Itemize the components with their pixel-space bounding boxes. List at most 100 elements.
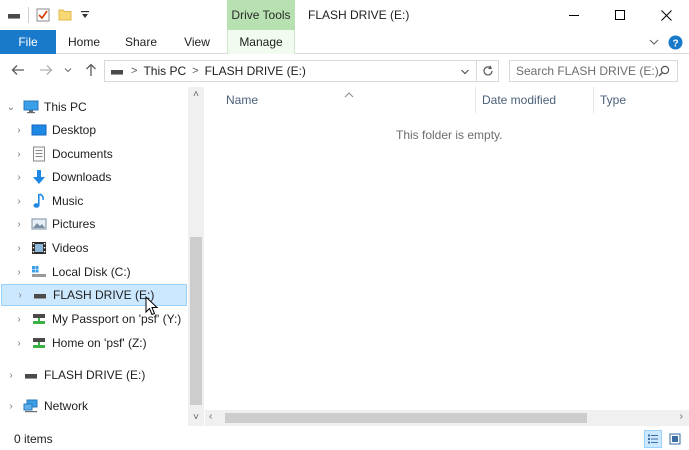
- address-history-button[interactable]: [460, 66, 470, 80]
- nav-label: Local Disk (C:): [52, 265, 131, 279]
- nav-videos[interactable]: › Videos: [0, 237, 188, 259]
- new-folder-icon[interactable]: [57, 7, 73, 23]
- network-drive-icon: [31, 335, 47, 351]
- column-header-type[interactable]: Type: [600, 87, 626, 113]
- nav-music[interactable]: › Music: [0, 190, 188, 212]
- chevron-right-icon[interactable]: ›: [13, 149, 25, 160]
- tab-share[interactable]: Share: [118, 30, 164, 54]
- chevron-right-icon[interactable]: ›: [13, 125, 25, 136]
- properties-icon[interactable]: [35, 7, 51, 23]
- nav-label: Desktop: [52, 123, 97, 137]
- scrollbar-thumb[interactable]: [190, 237, 202, 405]
- expand-ribbon-button[interactable]: [648, 36, 660, 48]
- search-icon[interactable]: [658, 65, 670, 80]
- scroll-down-icon[interactable]: ˅: [188, 412, 204, 423]
- title-bar: Drive Tools FLASH DRIVE (E:): [0, 0, 689, 30]
- nav-network[interactable]: › Network: [0, 395, 188, 417]
- forward-arrow-icon: [40, 65, 53, 75]
- refresh-button[interactable]: [477, 60, 499, 82]
- ribbon-tabs: File Home Share View Manage ?: [0, 30, 689, 54]
- chevron-right-icon[interactable]: ›: [13, 243, 25, 254]
- chevron-right-icon[interactable]: ›: [5, 370, 17, 381]
- nav-label: My Passport on 'psf' (Y:): [52, 312, 182, 326]
- status-bar: 0 items: [0, 426, 689, 450]
- pictures-icon: [31, 216, 47, 232]
- tab-file[interactable]: File: [0, 30, 56, 54]
- computer-icon: [23, 99, 39, 115]
- forward-button[interactable]: [38, 62, 54, 78]
- address-bar[interactable]: > This PC > FLASH DRIVE (E:): [104, 60, 477, 82]
- drive-icon: [109, 63, 125, 79]
- back-arrow-icon: [11, 65, 24, 75]
- scroll-right-icon[interactable]: ›: [680, 411, 683, 422]
- help-icon: ?: [668, 35, 683, 50]
- music-icon: [31, 193, 47, 209]
- chevron-right-icon[interactable]: ›: [13, 196, 25, 207]
- up-button[interactable]: [83, 62, 99, 78]
- scrollbar-thumb[interactable]: [225, 413, 587, 423]
- breadcrumb-this-pc[interactable]: This PC: [143, 64, 186, 78]
- sort-ascending-icon: [344, 87, 354, 101]
- large-icons-view-icon: [669, 433, 681, 445]
- help-button[interactable]: ?: [668, 35, 683, 50]
- recent-locations-button[interactable]: [63, 62, 73, 78]
- nav-desktop[interactable]: › Desktop: [0, 119, 188, 141]
- chevron-right-icon[interactable]: ›: [13, 172, 25, 183]
- usb-drive-icon: [32, 287, 48, 303]
- quick-access-toolbar: [6, 6, 91, 24]
- file-list: Name Date modified Type This folder is e…: [205, 87, 689, 426]
- breadcrumb-flash-drive[interactable]: FLASH DRIVE (E:): [205, 64, 306, 78]
- chevron-right-icon[interactable]: ›: [13, 314, 25, 325]
- maximize-button[interactable]: [597, 0, 643, 30]
- nav-flash-drive-root[interactable]: › FLASH DRIVE (E:): [0, 364, 188, 386]
- column-divider[interactable]: [593, 87, 594, 113]
- column-divider[interactable]: [475, 87, 476, 113]
- large-icons-view-button[interactable]: [666, 430, 684, 448]
- window-title: FLASH DRIVE (E:): [308, 8, 410, 22]
- details-view-button[interactable]: [644, 430, 662, 448]
- breadcrumb-separator[interactable]: >: [192, 65, 198, 77]
- tab-view[interactable]: View: [176, 30, 218, 54]
- tab-manage[interactable]: Manage: [227, 30, 295, 54]
- chevron-right-icon[interactable]: ›: [13, 338, 25, 349]
- content-horizontal-scrollbar[interactable]: ‹ ›: [205, 410, 689, 426]
- nav-downloads[interactable]: › Downloads: [0, 166, 188, 188]
- column-header-date-modified[interactable]: Date modified: [482, 87, 556, 113]
- close-button[interactable]: [643, 0, 689, 30]
- chevron-right-icon[interactable]: ›: [13, 267, 25, 278]
- nav-documents[interactable]: › Documents: [0, 143, 188, 165]
- scroll-left-icon[interactable]: ‹: [209, 411, 212, 422]
- chevron-down-icon: [461, 69, 469, 75]
- search-input[interactable]: Search FLASH DRIVE (E:): [509, 60, 678, 82]
- nav-this-pc[interactable]: ⌄ This PC: [0, 96, 188, 118]
- refresh-icon: [482, 65, 493, 76]
- nav-label: Documents: [52, 147, 113, 161]
- back-button[interactable]: [10, 62, 26, 78]
- scroll-up-icon[interactable]: ˄: [188, 89, 204, 100]
- nav-home-psf[interactable]: › Home on 'psf' (Z:): [0, 332, 188, 354]
- minimize-button[interactable]: [551, 0, 597, 30]
- network-drive-icon: [31, 311, 47, 327]
- nav-label: Videos: [52, 241, 89, 255]
- breadcrumb-separator[interactable]: >: [131, 65, 137, 77]
- address-row: > This PC > FLASH DRIVE (E:) Search FLAS…: [0, 55, 689, 87]
- chevron-right-icon[interactable]: ›: [13, 219, 25, 230]
- nav-pictures[interactable]: › Pictures: [0, 213, 188, 235]
- nav-label: Downloads: [52, 170, 112, 184]
- chevron-down-icon[interactable]: ⌄: [5, 102, 17, 113]
- tab-home[interactable]: Home: [60, 30, 108, 54]
- chevron-right-icon[interactable]: ›: [14, 290, 26, 301]
- desktop-icon: [31, 122, 47, 138]
- customize-toolbar-icon[interactable]: [79, 7, 91, 23]
- maximize-icon: [615, 10, 625, 20]
- chevron-right-icon[interactable]: ›: [5, 401, 17, 412]
- nav-scrollbar[interactable]: ˄ ˅: [188, 87, 204, 426]
- up-arrow-icon: [86, 63, 96, 76]
- nav-local-disk[interactable]: › Local Disk (C:): [0, 261, 188, 283]
- column-header-name[interactable]: Name: [226, 87, 258, 113]
- nav-label: Music: [52, 194, 84, 208]
- toolbar-separator: [28, 7, 29, 23]
- mouse-cursor-icon: [145, 295, 161, 318]
- drive-icon[interactable]: [6, 7, 22, 23]
- navigation-pane: ⌄ This PC › Desktop › Documents › Downlo…: [0, 87, 204, 426]
